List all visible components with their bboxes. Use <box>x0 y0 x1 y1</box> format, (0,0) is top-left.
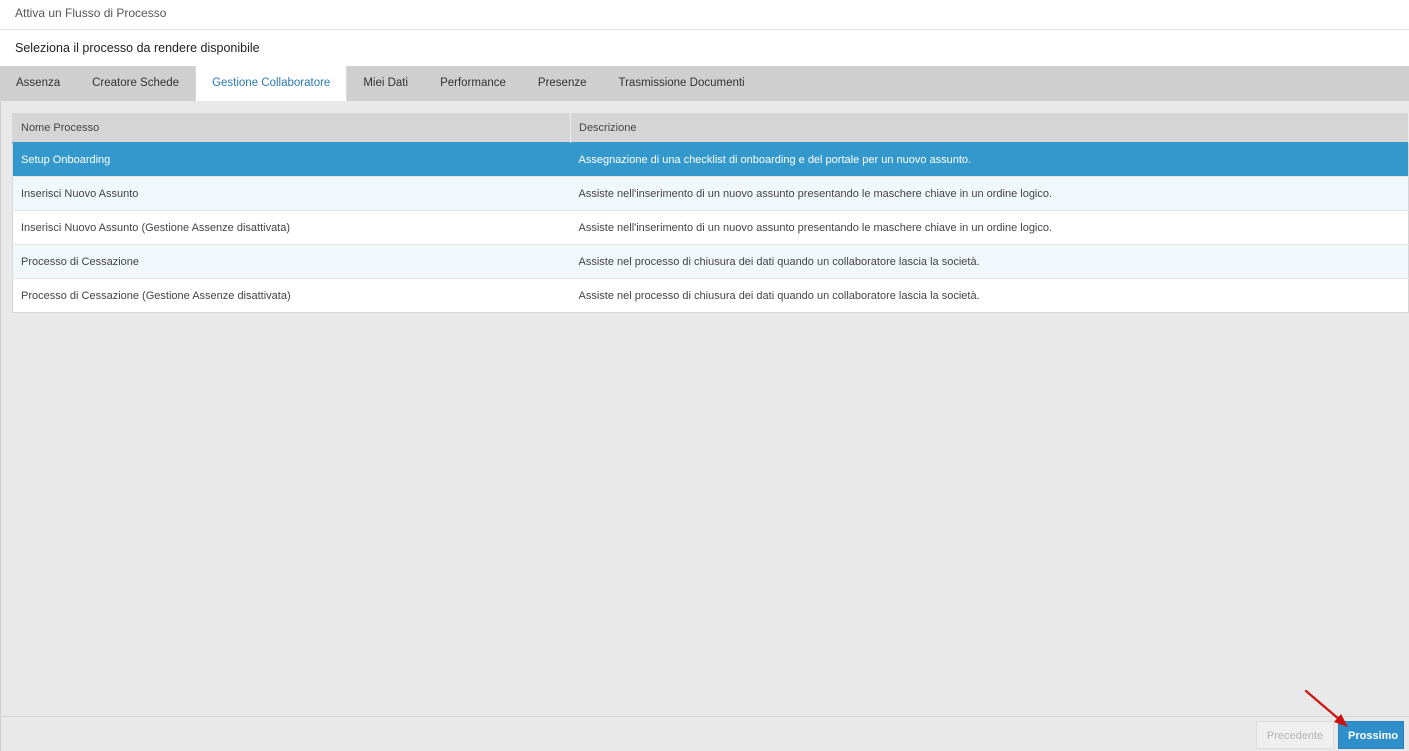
table-row[interactable]: Processo di Cessazione (Gestione Assenze… <box>12 278 1409 313</box>
page-subtitle: Seleziona il processo da rendere disponi… <box>0 30 1409 66</box>
process-description-cell[interactable]: Assiste nel processo di chiusura dei dat… <box>570 278 1409 313</box>
tab-miei-dati[interactable]: Miei Dati <box>347 66 424 101</box>
tab-gestione-collaboratore[interactable]: Gestione Collaboratore <box>195 66 348 101</box>
process-table: Nome Processo Descrizione Setup Onboardi… <box>12 113 1409 313</box>
tab-trasmissione-documenti[interactable]: Trasmissione Documenti <box>603 66 761 101</box>
tab-bar: Assenza Creatore Schede Gestione Collabo… <box>0 66 1409 101</box>
next-button[interactable]: Prossimo <box>1338 721 1404 749</box>
table-row[interactable]: Inserisci Nuovo Assunto Assiste nell'ins… <box>12 176 1409 211</box>
table-row[interactable]: Processo di Cessazione Assiste nel proce… <box>12 244 1409 279</box>
table-row[interactable]: Inserisci Nuovo Assunto (Gestione Assenz… <box>12 210 1409 245</box>
tab-presenze[interactable]: Presenze <box>522 66 603 101</box>
content-area: Nome Processo Descrizione Setup Onboardi… <box>0 101 1409 716</box>
table-row[interactable]: Setup Onboarding Assegnazione di una che… <box>12 142 1409 177</box>
dialog-footer: Precedente Prossimo <box>0 716 1409 751</box>
process-name-cell[interactable]: Processo di Cessazione (Gestione Assenze… <box>12 278 571 313</box>
tab-assenza[interactable]: Assenza <box>0 66 76 101</box>
previous-button[interactable]: Precedente <box>1256 721 1334 749</box>
table-header-row: Nome Processo Descrizione <box>12 113 1409 143</box>
process-flow-dialog: Attiva un Flusso di Processo Seleziona i… <box>0 0 1409 751</box>
tab-creatore-schede[interactable]: Creatore Schede <box>76 66 195 101</box>
process-name-cell[interactable]: Inserisci Nuovo Assunto (Gestione Assenz… <box>12 210 571 245</box>
tab-performance[interactable]: Performance <box>424 66 522 101</box>
window-title: Attiva un Flusso di Processo <box>0 0 1409 30</box>
process-name-cell[interactable]: Inserisci Nuovo Assunto <box>12 176 571 211</box>
column-header-descrizione[interactable]: Descrizione <box>570 113 1409 143</box>
process-name-cell[interactable]: Processo di Cessazione <box>12 244 571 279</box>
process-description-cell[interactable]: Assiste nell'inserimento di un nuovo ass… <box>570 176 1409 211</box>
process-name-cell[interactable]: Setup Onboarding <box>12 142 571 177</box>
column-header-nome-processo[interactable]: Nome Processo <box>12 113 571 143</box>
process-description-cell[interactable]: Assiste nell'inserimento di un nuovo ass… <box>570 210 1409 245</box>
process-description-cell[interactable]: Assegnazione di una checklist di onboard… <box>570 142 1409 177</box>
process-description-cell[interactable]: Assiste nel processo di chiusura dei dat… <box>570 244 1409 279</box>
